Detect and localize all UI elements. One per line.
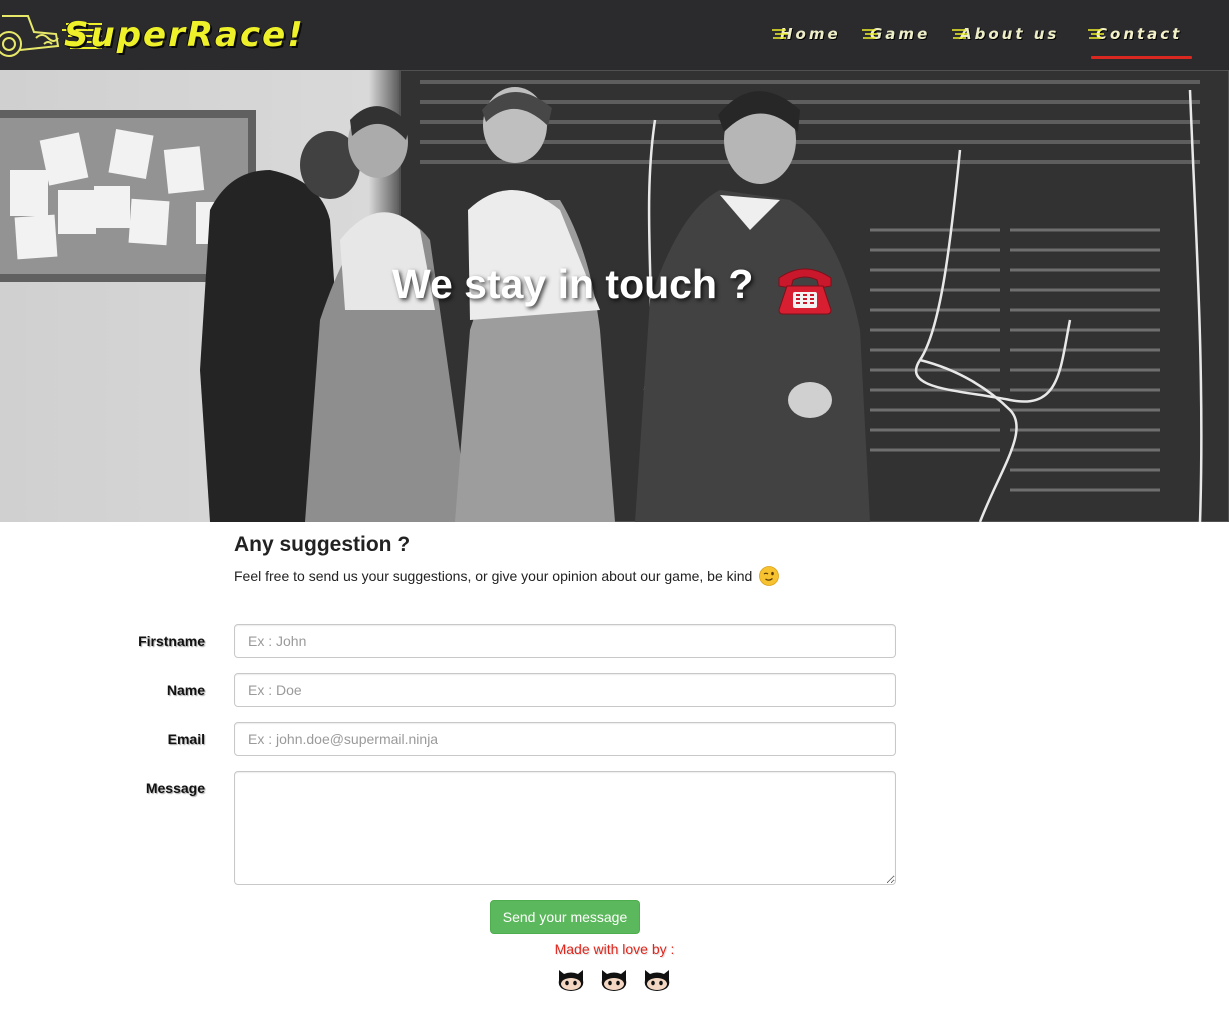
speed-lines-icon	[772, 29, 788, 39]
nav-about-us-label: About us	[960, 25, 1060, 43]
telephone-icon	[778, 268, 832, 315]
suggestion-text-body: Feel free to send us your suggestions, o…	[234, 568, 753, 584]
github-author-1-link[interactable]	[555, 964, 587, 996]
logo-text: SuperRace!	[64, 15, 305, 55]
speed-lines-icon	[1088, 29, 1104, 39]
firstname-label: Firstname	[138, 633, 205, 649]
name-label: Name	[166, 682, 205, 698]
github-icon	[644, 970, 670, 991]
nav-contact[interactable]: Contact	[1088, 22, 1183, 46]
race-car-icon	[0, 15, 60, 57]
speed-lines-icon	[862, 29, 878, 39]
message-label: Message	[145, 780, 205, 796]
github-author-2-link[interactable]	[598, 964, 630, 996]
suggestion-title: Any suggestion ?	[234, 533, 411, 556]
wink-emoji-icon	[759, 565, 780, 586]
email-input[interactable]	[234, 722, 896, 756]
firstname-input[interactable]	[234, 624, 896, 658]
hero-title: We stay in touch ?	[392, 261, 754, 307]
logo-home-link[interactable]: SuperRace!	[0, 0, 400, 70]
hero-banner: We stay in touch ?	[0, 70, 1229, 522]
github-author-3-link[interactable]	[641, 964, 673, 996]
nav-contact-label: Contact	[1096, 25, 1183, 43]
send-message-button[interactable]: Send your message	[490, 900, 640, 934]
nav-game[interactable]: Game	[862, 22, 930, 46]
suggestion-text: Feel free to send us your suggestions, o…	[234, 565, 780, 586]
github-icon	[601, 970, 627, 991]
nav-home[interactable]: Home	[772, 22, 841, 46]
message-textarea[interactable]	[234, 771, 896, 885]
nav-about-us[interactable]: About us	[952, 22, 1060, 46]
email-label: Email	[167, 731, 205, 747]
active-nav-underline	[1091, 56, 1192, 59]
name-input[interactable]	[234, 673, 896, 707]
speed-lines-icon	[952, 29, 968, 39]
made-with-love-text: Made with love by :	[554, 941, 675, 957]
github-icon	[558, 970, 584, 991]
